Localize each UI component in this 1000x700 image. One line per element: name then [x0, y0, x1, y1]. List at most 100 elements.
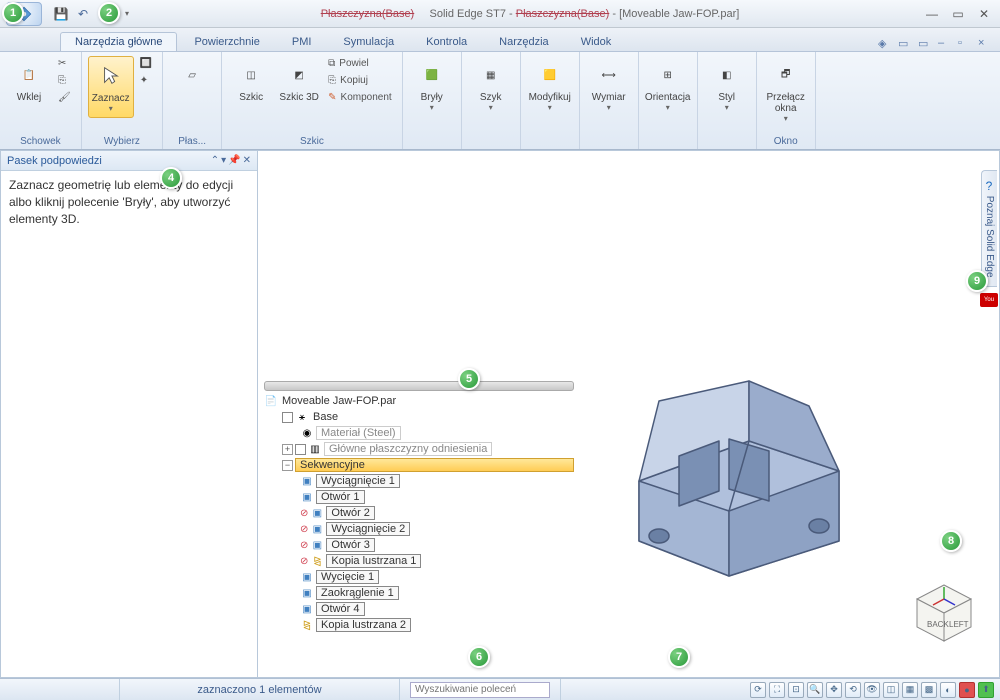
select-opt1[interactable]: 🔲 — [136, 56, 156, 71]
format-button[interactable]: 🖌 — [54, 90, 75, 105]
tab-pmi[interactable]: PMI — [277, 32, 327, 51]
kopiuj-button[interactable]: ⎘Kopiuj — [324, 73, 396, 88]
collapse-icon[interactable]: − — [282, 460, 293, 471]
pattern-button[interactable]: ▦Szyk▾ — [468, 56, 514, 116]
select-button[interactable]: Zaznacz ▾ — [88, 56, 134, 118]
zoom-fit-icon[interactable]: ⊡ — [788, 682, 804, 698]
format-icon: 🖌 — [58, 92, 71, 103]
pf-feature[interactable]: ⧎Kopia lustrzana 2 — [264, 617, 574, 633]
pf-feature[interactable]: ⊘▣Wyciągnięcie 2 — [264, 521, 574, 537]
cursor-icon — [96, 61, 126, 91]
callout-6: 6 — [468, 646, 490, 668]
look-icon[interactable]: 👁 — [864, 682, 880, 698]
qat-dropdown-icon[interactable]: ▾ — [118, 5, 136, 23]
sketch3d-icon: ◩ — [284, 60, 314, 90]
group-label: Okno — [763, 134, 809, 149]
cascade-icon[interactable]: ▭ — [918, 37, 934, 51]
suppressed-icon: ⊘ — [300, 508, 308, 519]
tab-widok[interactable]: Widok — [566, 32, 627, 51]
pf-feature[interactable]: ▣Wyciągnięcie 1 — [264, 473, 574, 489]
checkbox-icon[interactable] — [282, 412, 293, 423]
doc-minimize-icon[interactable]: – — [938, 37, 954, 51]
view3-icon[interactable]: ▩ — [921, 682, 937, 698]
select-opt2[interactable]: ✦ — [136, 73, 156, 88]
shade-icon[interactable]: ◐ — [940, 682, 956, 698]
pathfinder-tree: 📄 Moveable Jaw-FOP.par ⚹ Base ◉ Materiał… — [264, 381, 574, 633]
pf-base[interactable]: ⚹ Base — [264, 409, 574, 425]
solids-button[interactable]: 🟩Bryły▾ — [409, 56, 455, 116]
checkbox-icon[interactable] — [295, 444, 306, 455]
cut-button[interactable]: ✂ — [54, 56, 75, 71]
doc-close-icon[interactable]: × — [978, 37, 994, 51]
help-icon[interactable]: ◈ — [878, 37, 894, 51]
pf-sequential[interactable]: − Sekwencyjne — [264, 457, 574, 473]
view1-icon[interactable]: ◫ — [883, 682, 899, 698]
zoom-icon[interactable]: 🔍 — [807, 682, 823, 698]
pf-feature[interactable]: ▣Wycięcie 1 — [264, 569, 574, 585]
graphics-view[interactable]: 📄 Moveable Jaw-FOP.par ⚹ Base ◉ Materiał… — [258, 150, 1000, 678]
close-button[interactable]: ✕ — [974, 7, 994, 21]
sketch3d-button[interactable]: ◩ Szkic 3D — [276, 56, 322, 107]
duplicate-icon: ⧉ — [328, 58, 335, 69]
tab-kontrola[interactable]: Kontrola — [411, 32, 482, 51]
modify-button[interactable]: 🟨Modyfikuj▾ — [527, 56, 573, 116]
powiel-button[interactable]: ⧉Powiel — [324, 56, 396, 71]
pathfinder-grip[interactable] — [264, 381, 574, 391]
undo-icon[interactable]: ↶ — [74, 5, 92, 23]
zoom-area-icon[interactable]: ⛶ — [769, 682, 785, 698]
cube-left-label: LEFT — [949, 620, 969, 629]
save-icon[interactable]: 💾 — [52, 5, 70, 23]
pf-feature[interactable]: ▣Otwór 4 — [264, 601, 574, 617]
view-cube[interactable]: BACK LEFT — [909, 577, 979, 647]
pf-feature[interactable]: ▣Otwór 1 — [264, 489, 574, 505]
tab-powierzchnie[interactable]: Powierzchnie — [179, 32, 274, 51]
pin-icon[interactable]: 📌 — [228, 155, 240, 166]
pf-material[interactable]: ◉ Materiał (Steel) — [264, 425, 574, 441]
title-bar: 💾 ↶ ↷ ▾ Płaszczyzna(Base) Solid Edge ST7… — [0, 0, 1000, 28]
record-icon[interactable]: ● — [959, 682, 975, 698]
command-search-input[interactable] — [410, 682, 550, 698]
orient-button[interactable]: ⊞Orientacja▾ — [645, 56, 691, 116]
maximize-button[interactable]: ▭ — [948, 7, 968, 21]
feature-icon: ▣ — [300, 491, 314, 503]
style-button[interactable]: ◧Styl▾ — [704, 56, 750, 116]
pf-feature[interactable]: ⊘▣Otwór 3 — [264, 537, 574, 553]
ribbon-group-plane: ▱ Płas... — [163, 52, 222, 149]
switch-windows-button[interactable]: 🗗Przełącz okna▾ — [763, 56, 809, 127]
tab-narzędzia-główne[interactable]: Narzędzia główne — [60, 32, 177, 51]
pf-refplanes[interactable]: + ▥ Główne płaszczyzny odniesienia — [264, 441, 574, 457]
pf-feature[interactable]: ⊘⧎Kopia lustrzana 1 — [264, 553, 574, 569]
sketch-button[interactable]: ◫ Szkic — [228, 56, 274, 107]
play-icon[interactable]: ⬆ — [978, 682, 994, 698]
options-icon[interactable]: ▾ — [221, 155, 226, 166]
hint-panel-header[interactable]: Pasek podpowiedzi ⌃ ▾ 📌 ✕ — [1, 151, 257, 171]
refresh-icon[interactable]: ⟳ — [750, 682, 766, 698]
learn-tab[interactable]: ? Poznaj Solid Edge — [981, 170, 997, 287]
pf-root[interactable]: 📄 Moveable Jaw-FOP.par — [264, 393, 574, 409]
pf-feature[interactable]: ⊘▣Otwór 2 — [264, 505, 574, 521]
minimize-button[interactable]: — — [922, 7, 942, 21]
window-icon[interactable]: ▭ — [898, 37, 914, 51]
close-panel-icon[interactable]: ✕ — [243, 155, 251, 166]
youtube-icon[interactable]: You — [980, 293, 998, 307]
copy-button[interactable]: ⎘ — [54, 73, 75, 88]
tab-symulacja[interactable]: Symulacja — [328, 32, 409, 51]
ribbon-group-clipboard: 📋 Wklej ✂ ⎘ 🖌 Schowek — [0, 52, 82, 149]
collapse-icon[interactable]: ⌃ — [211, 155, 219, 166]
tab-narzędzia[interactable]: Narzędzia — [484, 32, 564, 51]
pf-feature[interactable]: ▣Zaokrąglenie 1 — [264, 585, 574, 601]
feature-icon: ▣ — [310, 507, 324, 519]
view2-icon[interactable]: ▦ — [902, 682, 918, 698]
dimension-button[interactable]: ⟷Wymiar▾ — [586, 56, 632, 116]
expand-icon[interactable]: + — [282, 444, 293, 455]
suppressed-icon: ⊘ — [300, 556, 308, 567]
feature-icon: ▣ — [300, 603, 314, 615]
pan-icon[interactable]: ✥ — [826, 682, 842, 698]
paste-button[interactable]: 📋 Wklej — [6, 56, 52, 107]
rotate-icon[interactable]: ⟲ — [845, 682, 861, 698]
doc-restore-icon[interactable]: ▫ — [958, 37, 974, 51]
pattern-icon: ▦ — [476, 60, 506, 90]
plane-button[interactable]: ▱ — [169, 56, 215, 96]
mirror-icon: ⧎ — [300, 619, 314, 631]
komponent-button[interactable]: ✎Komponent — [324, 90, 396, 105]
